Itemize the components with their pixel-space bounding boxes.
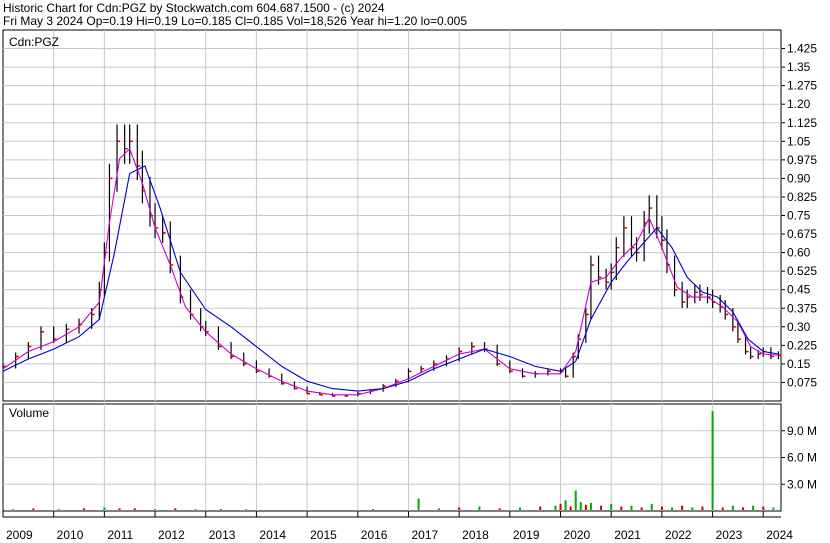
year-tick-label: 2024	[766, 528, 793, 542]
year-tick-label: 2018	[462, 528, 489, 542]
stock-chart: 1.425 1.35 1.275 1.20 1.125 1.05 0.975 0.90 0.82…	[2, 29, 817, 542]
volume-panel-label: Volume	[9, 406, 49, 420]
volume-tick-label: 6.0 M	[787, 451, 817, 465]
price-tick-label: 0.30	[787, 320, 811, 334]
year-tick-label: 2023	[716, 528, 743, 542]
price-tick-label: 0.45	[787, 283, 811, 297]
price-tick-label: 1.05	[787, 134, 811, 148]
price-tick-label: 0.90	[787, 171, 811, 185]
volume-tick-label: 3.0 M	[787, 477, 817, 491]
volume-tick-label: 9.0 M	[787, 424, 817, 438]
price-grid	[3, 30, 781, 401]
year-tick-label: 2012	[158, 528, 185, 542]
year-tick-label: 2019	[513, 528, 540, 542]
price-tick-label: 0.375	[787, 301, 817, 315]
price-tick-label: 0.60	[787, 246, 811, 260]
price-tick-label: 0.225	[787, 338, 817, 352]
price-tick-label: 1.275	[787, 79, 817, 93]
price-tick-label: 0.75	[787, 209, 811, 223]
price-tick-label: 0.525	[787, 264, 817, 278]
year-tick-label: 2010	[57, 528, 84, 542]
year-tick-label: 2009	[6, 528, 33, 542]
price-tick-label: 1.425	[787, 42, 817, 56]
price-axis: 1.425 1.35 1.275 1.20 1.125 1.05 0.975 0.90 0.82…	[781, 42, 817, 389]
price-tick-label: 0.975	[787, 153, 817, 167]
year-tick-label: 2017	[411, 528, 438, 542]
year-tick-label: 2015	[310, 528, 337, 542]
time-axis: 2009 2010 2011 2012 2013 2014 2015 2016 2017 2018…	[2, 511, 793, 542]
year-tick-label: 2016	[361, 528, 388, 542]
year-tick-label: 2021	[614, 528, 641, 542]
price-tick-label: 1.35	[787, 60, 811, 74]
price-tick-label: 1.125	[787, 116, 817, 130]
price-panel: 1.425 1.35 1.275 1.20 1.125 1.05 0.975 0.90 0.82…	[2, 29, 817, 402]
year-tick-label: 2013	[209, 528, 236, 542]
year-tick-label: 2014	[259, 528, 286, 542]
year-tick-label: 2011	[107, 528, 133, 542]
price-tick-label: 1.20	[787, 97, 811, 111]
volume-axis: 9.0 M 6.0 M 3.0 M	[781, 424, 817, 491]
price-tick-label: 0.825	[787, 190, 817, 204]
year-tick-label: 2020	[564, 528, 591, 542]
price-panel-label: Cdn:PGZ	[9, 35, 59, 49]
price-tick-label: 0.15	[787, 357, 811, 371]
year-tick-label: 2022	[665, 528, 692, 542]
price-tick-label: 0.675	[787, 227, 817, 241]
price-tick-label: 0.075	[787, 375, 817, 389]
volume-panel: 9.0 M 6.0 M 3.0 M Volume	[2, 403, 817, 512]
